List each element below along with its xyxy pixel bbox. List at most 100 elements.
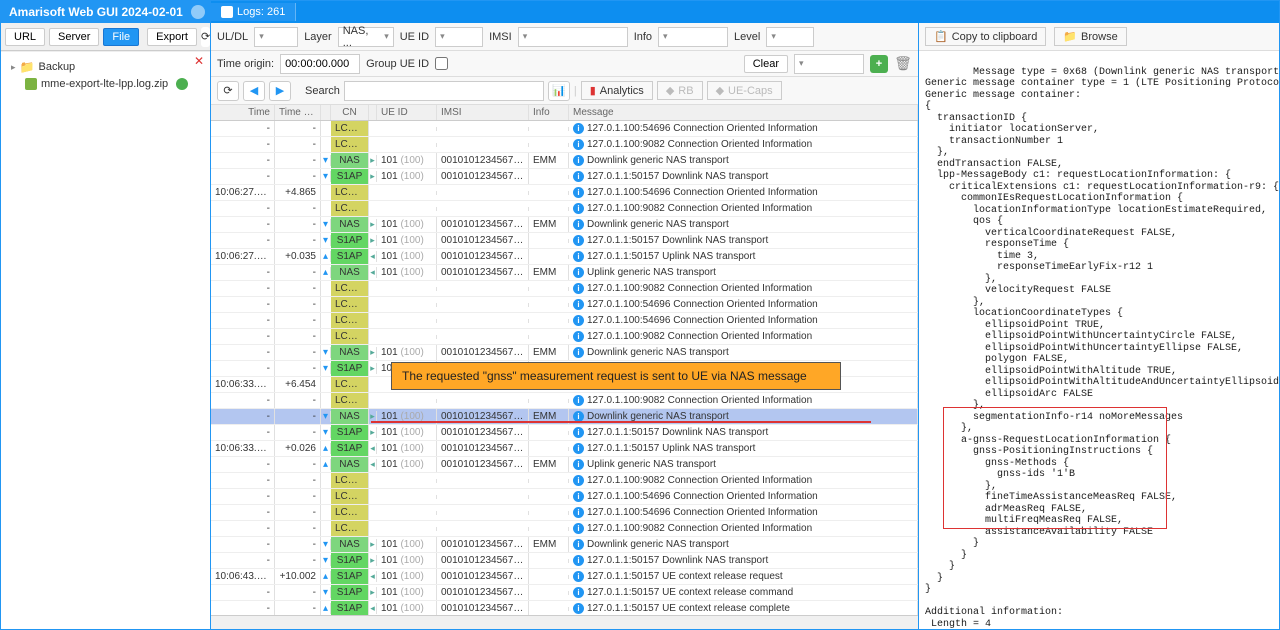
table-row[interactable]: 10:06:27.389+4.865LCSAPi127.0.1.100:5469… [211, 185, 918, 201]
center-panel: UL/DL Layer NAS, ... UE ID IMSI Info Lev… [211, 23, 919, 629]
uldl-label: UL/DL [217, 31, 248, 43]
url-button[interactable]: URL [5, 28, 45, 46]
table-row[interactable]: --LCSAPi127.0.1.100:9082 Connection Orie… [211, 473, 918, 489]
file-button[interactable]: File [103, 28, 139, 46]
table-row[interactable]: --▾S1AP▸101 (100)001010123456789i127.0.1… [211, 233, 918, 249]
table-row[interactable]: --LCSAPi127.0.1.100:9082 Connection Orie… [211, 201, 918, 217]
logs-icon [221, 6, 233, 18]
annotation-callout: The requested "gnss" measurement request… [391, 362, 841, 390]
copy-clipboard-button[interactable]: 📋 Copy to clipboard [925, 27, 1046, 46]
server-button[interactable]: Server [49, 28, 99, 46]
layer-label: Layer [304, 31, 332, 43]
table-row[interactable]: --LCSAPi127.0.1.100:54696 Connection Ori… [211, 505, 918, 521]
col-info[interactable]: Info [529, 105, 569, 120]
table-row[interactable]: --LCSAPi127.0.1.100:54696 Connection Ori… [211, 313, 918, 329]
col-diff[interactable]: Time diff [275, 105, 321, 120]
analytics-button[interactable]: ▮ Analytics [581, 81, 653, 100]
app-title: Amarisoft Web GUI 2024-02-01 [9, 5, 183, 19]
time-origin-input[interactable] [280, 54, 360, 74]
search-input[interactable] [344, 81, 544, 101]
table-row[interactable]: --LCSAPi127.0.1.100:54696 Connection Ori… [211, 121, 918, 137]
table-row[interactable]: --▾S1AP▸101 (100)001010123456789i127.0.1… [211, 553, 918, 569]
file-label: mme-export-lte-lpp.log.zip [41, 78, 168, 90]
rb-button[interactable]: ◆ RB [657, 81, 703, 100]
file-tree: ✕ ▸ 📁 Backup mme-export-lte-lpp.log.zip [1, 51, 210, 629]
filter-bar: UL/DL Layer NAS, ... UE ID IMSI Info Lev… [211, 23, 918, 51]
tab-label: Logs: 261 [237, 6, 285, 18]
table-row[interactable]: 10:06:27.424+0.035▴S1AP◂101 (100)0010101… [211, 249, 918, 265]
close-icon[interactable]: ✕ [194, 54, 204, 68]
col-cn[interactable]: CN [331, 105, 369, 120]
preset-combo[interactable] [794, 54, 864, 74]
table-row[interactable]: --LCSAPi127.0.1.100:9082 Connection Orie… [211, 393, 918, 409]
table-toolbar: ⟳ ◀ ▶ Search 📊 | ▮ Analytics ◆ RB ◆ [211, 77, 918, 105]
table-row[interactable]: --▴NAS◂101 (100)001010123456789EMMiUplin… [211, 457, 918, 473]
tab-bar: Logs: 261 [211, 1, 1279, 23]
table-row[interactable]: --▴NAS◂101 (100)001010123456789EMMiUplin… [211, 265, 918, 281]
check-icon [176, 78, 188, 90]
col-arr [369, 105, 377, 120]
uecaps-button[interactable]: ◆ UE-Caps [707, 81, 782, 100]
export-button[interactable]: Export [147, 28, 197, 46]
chart-icon[interactable]: 📊 [548, 81, 570, 101]
delete-icon[interactable]: 🗑 [894, 55, 912, 73]
refresh-icon[interactable]: ⟳ [201, 27, 210, 47]
folder-icon: 📁 [20, 60, 35, 74]
table-row[interactable]: --▾S1AP▸101 (100)001010123456789i127.0.1… [211, 425, 918, 441]
group-ueid-checkbox[interactable] [435, 57, 448, 70]
browse-button[interactable]: 📁 Browse [1054, 27, 1126, 46]
tab-logs[interactable]: Logs: 261 [211, 3, 296, 21]
table-row[interactable]: --LCSAPi127.0.1.100:9082 Connection Orie… [211, 137, 918, 153]
next-icon[interactable]: ▶ [269, 81, 291, 101]
table-row[interactable]: --LCSAPi127.0.1.100:54696 Connection Ori… [211, 297, 918, 313]
ueid-label: UE ID [400, 31, 429, 43]
layer-combo[interactable]: NAS, ... [338, 27, 394, 47]
table-row[interactable]: --▾NAS▸101 (100)001010123456789EMMiDownl… [211, 537, 918, 553]
col-time[interactable]: Time [211, 105, 275, 120]
group-ueid-label: Group UE ID [366, 58, 429, 70]
col-imsi[interactable]: IMSI [437, 105, 529, 120]
table-row[interactable]: --▾NAS▸101 (100)001010123456789EMMiDownl… [211, 153, 918, 169]
right-toolbar: 📋 Copy to clipboard 📁 Browse [919, 23, 1279, 51]
rb-icon: ◆ [666, 84, 674, 97]
info-label: Info [634, 31, 652, 43]
table-row[interactable]: --▾S1AP▸101 (100)001010123456789i127.0.1… [211, 169, 918, 185]
filter-bar-2: Time origin: Group UE ID Clear + 🗑 [211, 51, 918, 77]
refresh2-icon[interactable]: ⟳ [217, 81, 239, 101]
col-ueid[interactable]: UE ID [377, 105, 437, 120]
table-row[interactable]: --▴S1AP◂101 (100)001010123456789i127.0.1… [211, 601, 918, 615]
collapse-sidebar-icon[interactable] [191, 5, 205, 19]
folder-open-icon: 📁 [1063, 30, 1077, 43]
imsi-combo[interactable] [518, 27, 628, 47]
log-table: Time Time diff CN UE ID IMSI Info Messag… [211, 105, 918, 615]
tree-folder-backup[interactable]: ▸ 📁 Backup [7, 58, 204, 76]
tree-file-item[interactable]: mme-export-lte-lpp.log.zip [7, 76, 204, 92]
add-icon[interactable]: + [870, 55, 888, 73]
info-combo[interactable] [658, 27, 728, 47]
table-row[interactable]: --▾S1AP▸101 (100)001010123456789i127.0.1… [211, 585, 918, 601]
level-combo[interactable] [766, 27, 814, 47]
table-row[interactable]: --LCSAPi127.0.1.100:9082 Connection Orie… [211, 329, 918, 345]
horizontal-scrollbar[interactable] [211, 615, 918, 629]
col-msg[interactable]: Message [569, 105, 918, 120]
table-row[interactable]: --▾NAS▸101 (100)001010123456789EMMiDownl… [211, 217, 918, 233]
ueid-combo[interactable] [435, 27, 483, 47]
col-dir [321, 105, 331, 120]
table-row[interactable]: --LCSAPi127.0.1.100:9082 Connection Orie… [211, 281, 918, 297]
table-row[interactable]: --▾NAS▸101 (100)001010123456789EMMiDownl… [211, 345, 918, 361]
file-icon [25, 78, 37, 90]
message-detail: Message type = 0x68 (Downlink generic NA… [919, 51, 1279, 629]
app-header: Amarisoft Web GUI 2024-02-01 Logs: 261 [1, 1, 1279, 23]
table-row[interactable]: 10:06:43.906+10.002▴S1AP◂101 (100)001010… [211, 569, 918, 585]
table-header: Time Time diff CN UE ID IMSI Info Messag… [211, 105, 918, 121]
table-row[interactable]: 10:06:33.904+0.026▴S1AP◂101 (100)0010101… [211, 441, 918, 457]
prev-icon[interactable]: ◀ [243, 81, 265, 101]
uldl-combo[interactable] [254, 27, 298, 47]
table-row[interactable]: --LCSAPi127.0.1.100:9082 Connection Orie… [211, 521, 918, 537]
table-row[interactable]: --LCSAPi127.0.1.100:54696 Connection Ori… [211, 489, 918, 505]
time-origin-label: Time origin: [217, 58, 274, 70]
clear-button[interactable]: Clear [744, 55, 788, 73]
imsi-label: IMSI [489, 31, 512, 43]
sidebar-toolbar: URL Server File Export ⟳ [1, 23, 210, 51]
sidebar: URL Server File Export ⟳ ✕ ▸ 📁 Backup mm… [1, 23, 211, 629]
